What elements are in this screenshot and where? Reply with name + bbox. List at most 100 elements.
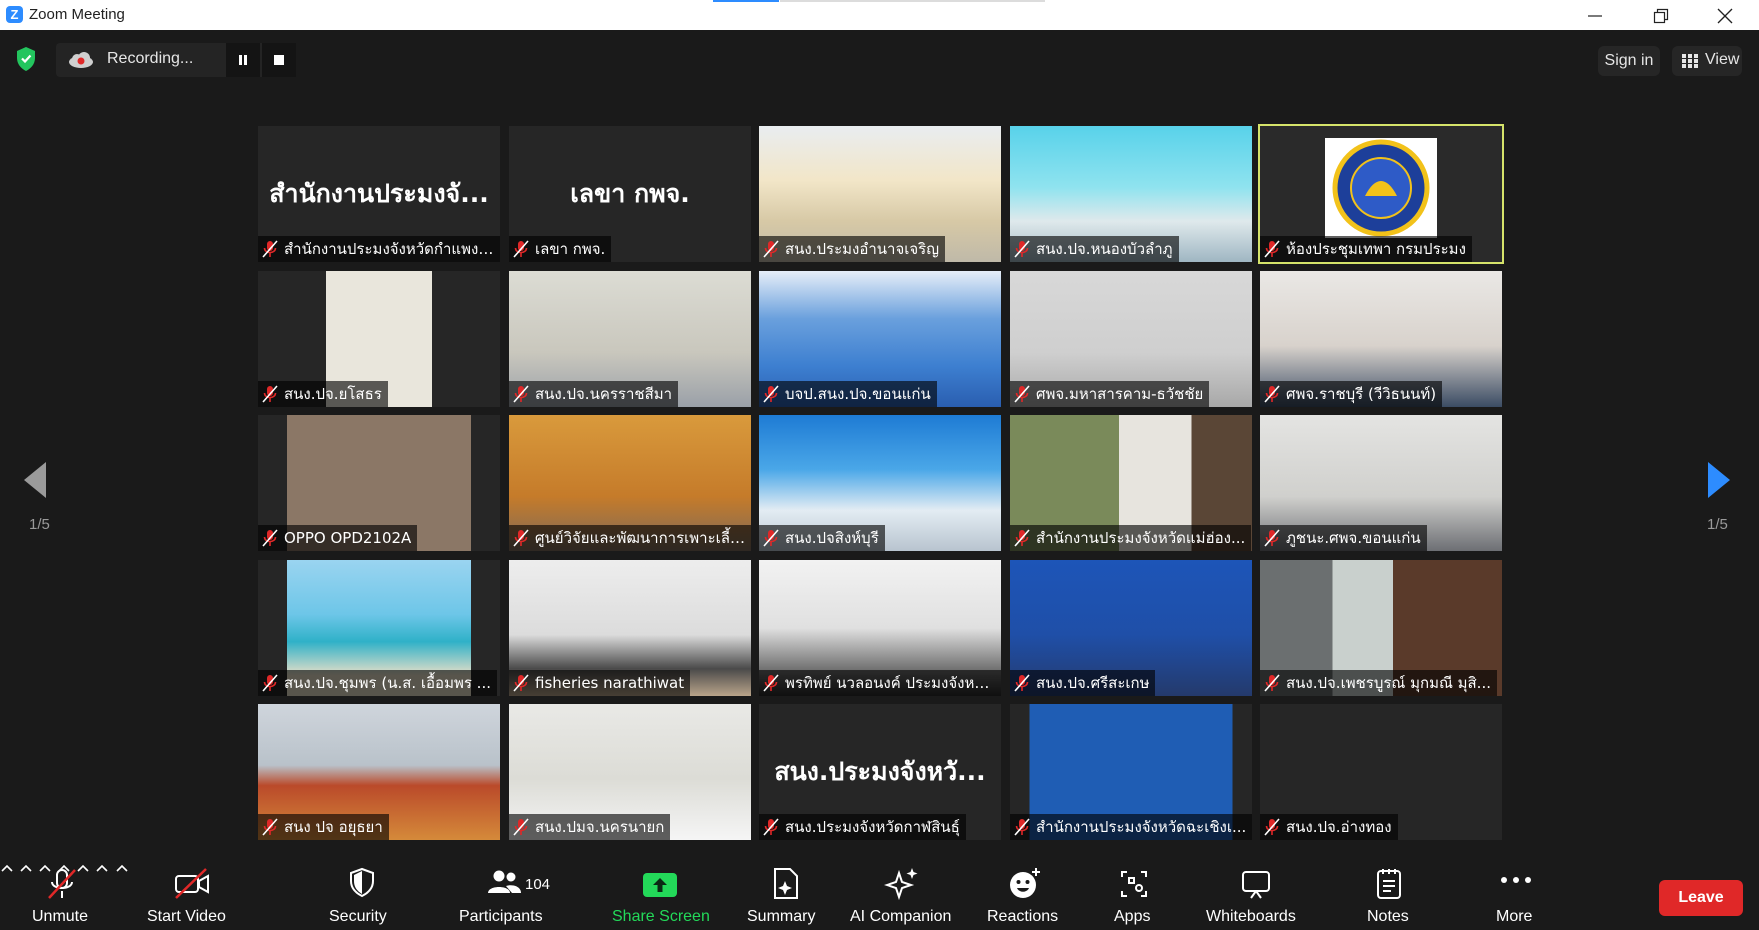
share-screen-label: Share Screen <box>612 908 710 925</box>
pause-recording-button[interactable] <box>226 43 260 77</box>
muted-microphone-icon <box>1014 674 1030 692</box>
participant-name: สำนักงานประมงจังหวัดฉะเชิงเ... <box>1036 818 1247 836</box>
recording-label: Recording... <box>107 50 194 67</box>
notes-options-chevron-icon[interactable] <box>115 863 129 873</box>
microphone-muted-icon <box>48 869 76 899</box>
close-button[interactable] <box>1696 0 1754 30</box>
muted-microphone-icon <box>1014 818 1030 836</box>
reactions-button[interactable]: Reactions <box>982 858 1066 930</box>
participant-tile[interactable]: fisheries narathiwat <box>509 560 751 696</box>
participant-name: สนง.ปจสิงห์บุรี <box>785 529 879 547</box>
department-of-fisheries-logo <box>1325 138 1437 238</box>
participant-name: OPPO OPD2102A <box>284 529 412 547</box>
more-label: More <box>1496 908 1533 925</box>
apps-button[interactable]: Apps <box>1112 858 1156 930</box>
participant-tile[interactable]: สำนักงานประมงจังหวัดฉะเชิงเ... <box>1010 704 1252 840</box>
participant-tile[interactable]: สนง.ปจ.ศรีสะเกษ <box>1010 560 1252 696</box>
view-button[interactable]: View <box>1672 46 1742 76</box>
previous-page-arrow-icon[interactable] <box>20 460 50 500</box>
participant-name-bar: สนง.ปจ.เพชรบูรณ์ มุกมณี มุสิ... <box>1260 670 1497 696</box>
participant-name-bar: สนง.ปจ.หนองบัวลำภู <box>1010 236 1179 262</box>
participant-tile[interactable]: สนง.ประมงอำนาจเจริญ <box>759 126 1001 262</box>
participant-tile[interactable]: OPPO OPD2102A <box>258 415 500 551</box>
notes-button[interactable]: Notes <box>1364 858 1416 930</box>
ai-companion-button[interactable]: AI Companion <box>846 858 958 930</box>
participant-tile[interactable]: สำนักงานประมงจั... สำนักงานประมงจังหวัดกำ… <box>258 126 500 262</box>
muted-microphone-icon <box>1264 674 1280 692</box>
participant-display-name: สนง.ประมงจังหวั... <box>774 757 986 786</box>
participant-tile[interactable]: พรทิพย์ นวลอนงค์ ประมงจังหว... <box>759 560 1001 696</box>
window-titlebar: Z Zoom Meeting <box>0 0 1759 30</box>
participant-tile[interactable]: สนง.ปจ.หนองบัวลำภู <box>1010 126 1252 262</box>
summary-label: Summary <box>747 908 816 925</box>
participant-display-name: สำนักงานประมงจั... <box>269 179 489 208</box>
recording-indicator[interactable]: Recording... <box>56 43 296 77</box>
participants-icon <box>488 870 521 893</box>
participant-tile[interactable]: บจป.สนง.ปจ.ขอนแก่น <box>759 271 1001 407</box>
participant-name: สำนักงานประมงจังหวัดกำแพงเ... <box>284 240 496 258</box>
reactions-label: Reactions <box>987 908 1059 925</box>
participant-name: ศพจ.ราชบุรี (วีวิธนนท์) <box>1286 385 1437 403</box>
unmute-button[interactable]: Unmute <box>18 858 110 930</box>
participant-tile[interactable]: สนง.ปมจ.นครนายก <box>509 704 751 840</box>
participant-tile[interactable]: สนง.ปจ.อ่างทอง <box>1260 704 1502 840</box>
whiteboards-button[interactable]: Whiteboards <box>1204 858 1308 930</box>
more-ellipsis-icon <box>1501 877 1531 883</box>
participant-tile[interactable]: ศพจ.ราชบุรี (วีวิธนนท์) <box>1260 271 1502 407</box>
security-button[interactable]: Security <box>318 858 402 930</box>
participant-tile[interactable]: สนง.ปจ.นครราชสีมา <box>509 271 751 407</box>
cloud-record-icon <box>69 52 93 68</box>
share-screen-button[interactable]: Share Screen <box>606 858 716 930</box>
muted-microphone-icon <box>513 529 529 547</box>
participant-tile[interactable]: ศูนย์วิจัยและพัฒนาการเพาะเลี้ยงสั... <box>509 415 751 551</box>
restore-button[interactable] <box>1632 0 1690 30</box>
sign-in-button[interactable]: Sign in <box>1598 46 1660 76</box>
participant-tile[interactable]: สนง.ปจสิงห์บุรี <box>759 415 1001 551</box>
participant-tile[interactable]: สนง.ปจ.ชุมพร (น.ส. เอื้อมพร ... <box>258 560 500 696</box>
muted-microphone-icon <box>1264 240 1280 258</box>
muted-microphone-icon <box>262 529 278 547</box>
muted-microphone-icon <box>763 674 779 692</box>
participants-label: Participants <box>459 908 543 925</box>
muted-microphone-icon <box>763 529 779 547</box>
participant-tile[interactable]: สนง.ประมงจังหวั... สนง.ประมงจังหวัดกาฬสิน… <box>759 704 1001 840</box>
next-page-arrow-icon[interactable] <box>1704 460 1734 500</box>
participant-name: สนง.ปจ.อ่างทอง <box>1286 818 1392 836</box>
participant-name-bar: เลขา กพจ. <box>509 236 612 262</box>
notes-icon <box>1377 869 1401 899</box>
participant-tile[interactable]: สนง.ปจ.ยโสธร <box>258 271 500 407</box>
participant-tile[interactable]: เลขา กพจ. เลขา กพจ. <box>509 126 751 262</box>
participant-tile[interactable]: ศพจ.มหาสารคาม-ธวัชชัย <box>1010 271 1252 407</box>
participants-button[interactable]: 104 Participants <box>456 858 560 930</box>
muted-microphone-icon <box>763 240 779 258</box>
participant-tile[interactable]: สนง ปจ อยุธยา <box>258 704 500 840</box>
participant-tile[interactable]: ห้องประชุมเทพา กรมประมง <box>1258 124 1504 264</box>
stop-recording-button[interactable] <box>262 43 296 77</box>
muted-microphone-icon <box>262 385 278 403</box>
muted-microphone-icon <box>1264 818 1280 836</box>
summary-button[interactable]: Summary <box>744 858 828 930</box>
participant-tile[interactable]: สนง.ปจ.เพชรบูรณ์ มุกมณี มุสิ... <box>1260 560 1502 696</box>
unmute-label: Unmute <box>32 908 89 925</box>
participant-name-bar: สนง.ปจ.ยโสธร <box>258 381 388 407</box>
notes-label: Notes <box>1367 908 1409 925</box>
titlebar-accent-track <box>780 0 1045 2</box>
participant-name-bar: ศพจ.มหาสารคาม-ธวัชชัย <box>1010 381 1210 407</box>
participant-name-bar: ภูชนะ.ศพจ.ขอนแก่น <box>1260 525 1427 551</box>
more-button[interactable]: More <box>1492 858 1540 930</box>
participant-name: fisheries narathiwat <box>535 674 685 692</box>
start-video-button[interactable]: Start Video <box>140 858 250 930</box>
encryption-shield-icon[interactable] <box>14 45 38 73</box>
participant-tile[interactable]: ภูชนะ.ศพจ.ขอนแก่น <box>1260 415 1502 551</box>
participant-tile[interactable]: สำนักงานประมงจังหวัดแม่ฮ่อง... <box>1010 415 1252 551</box>
whiteboard-icon <box>1242 871 1270 899</box>
audio-options-chevron-icon[interactable] <box>0 863 14 873</box>
whiteboards-label: Whiteboards <box>1206 908 1296 925</box>
muted-microphone-icon <box>1264 529 1280 547</box>
security-shield-icon <box>350 867 374 898</box>
minimize-button[interactable] <box>1566 0 1624 30</box>
meeting-toolbar: Unmute Start Video Security 104 Particip… <box>0 858 1759 930</box>
leave-button[interactable]: Leave <box>1659 880 1743 916</box>
participant-name: สนง.ปจ.ยโสธร <box>284 385 382 403</box>
view-label: View <box>1705 51 1740 68</box>
